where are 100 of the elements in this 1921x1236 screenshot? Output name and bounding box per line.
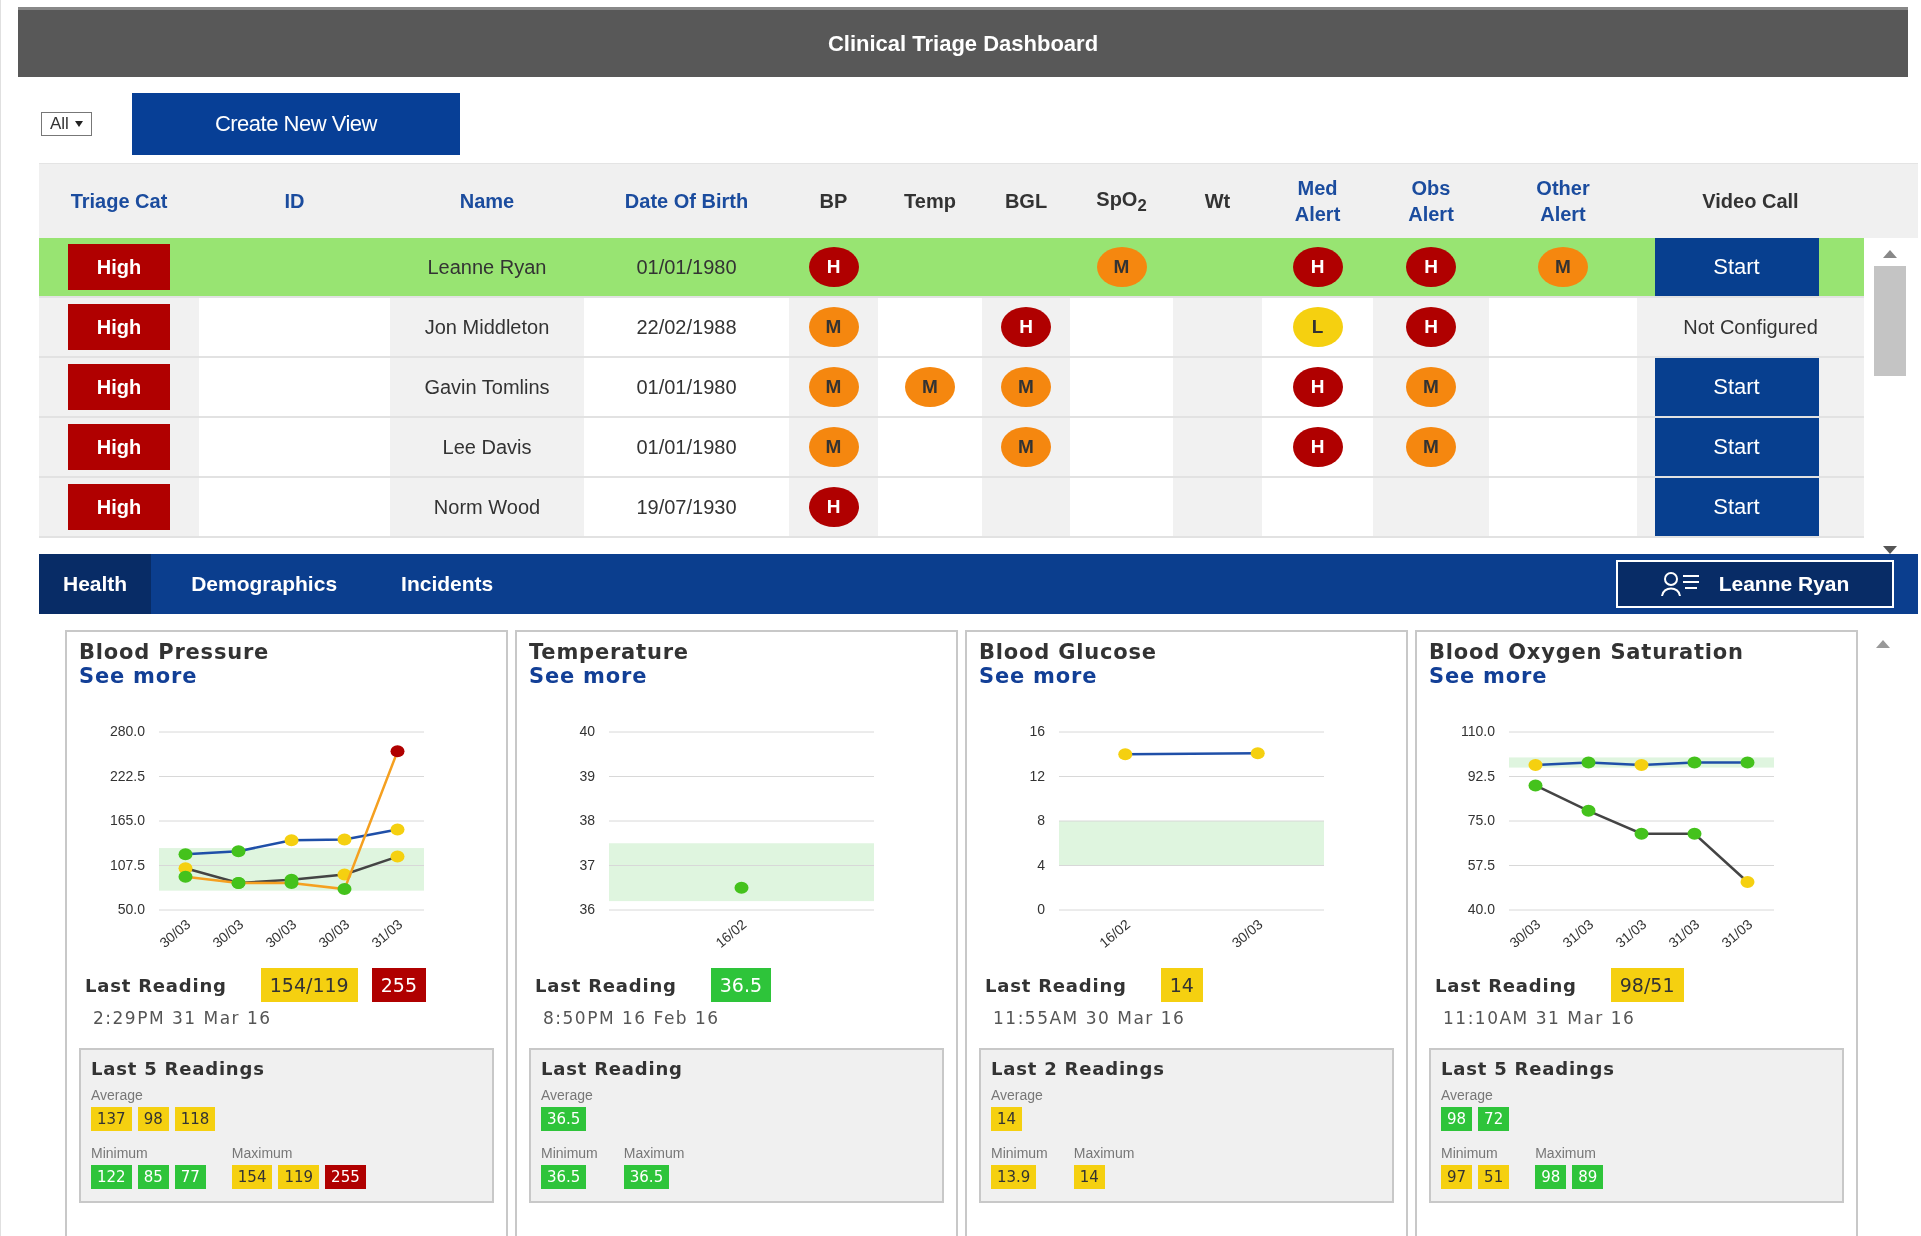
stat-label: Minimum: [991, 1145, 1048, 1161]
patient-name: Jon Middleton: [424, 315, 550, 339]
summary-title: Last 2 Readings: [991, 1058, 1166, 1079]
stat-value: 98: [1535, 1165, 1567, 1189]
alert-badge: M: [808, 307, 859, 347]
column-header: Temp: [904, 189, 956, 214]
alert-badge: M: [1001, 367, 1051, 407]
y-tick-label: 92.5: [1467, 767, 1495, 784]
alert-badge: H: [1001, 307, 1051, 347]
y-tick-label: 75.0: [1467, 812, 1495, 828]
stat-label: Maximum: [1073, 1145, 1135, 1161]
last-reading-label: Last Reading: [85, 974, 227, 996]
y-tick-label: 50.0: [117, 901, 145, 917]
y-tick-label: 8: [1037, 812, 1045, 828]
last-reading-label: Last Reading: [985, 974, 1127, 996]
reading-value: 255: [371, 968, 426, 1002]
summary-title: Last 5 Readings: [91, 1058, 266, 1079]
alert-badge: M: [808, 367, 859, 407]
reading-value: 36.5: [710, 968, 772, 1002]
last-reading-label: Last Reading: [1435, 974, 1577, 996]
last-reading-label: Last Reading: [535, 974, 677, 996]
reading-time: 8:50PM 16 Feb 16: [543, 1008, 721, 1028]
y-tick-label: 38: [579, 812, 595, 828]
y-tick-label: 165.0: [109, 812, 145, 828]
alert-badge: M: [808, 427, 859, 467]
column-header: BP: [819, 189, 848, 214]
y-tick-label: 36: [579, 901, 595, 917]
alert-badge: H: [1292, 427, 1343, 467]
card-title: Blood Glucose: [979, 640, 1158, 664]
stat-value: 255: [325, 1165, 366, 1189]
stat-label: Average: [1441, 1087, 1494, 1103]
reading-time: 11:10AM 31 Mar 16: [1443, 1008, 1637, 1028]
date-of-birth: 19/07/1930: [636, 495, 737, 519]
y-tick-label: 40: [579, 723, 595, 739]
alert-badge: M: [1001, 427, 1051, 467]
stat-value: 14: [991, 1107, 1023, 1131]
stat-value: 36.5: [623, 1165, 670, 1189]
alert-badge: H: [808, 247, 859, 287]
stat-value: 154: [231, 1165, 273, 1189]
y-tick-label: 39: [579, 767, 595, 784]
card-title: Temperature: [529, 640, 690, 664]
stat-value: 72: [1478, 1107, 1510, 1131]
y-tick-label: 40.0: [1467, 901, 1495, 917]
stat-value: 119: [278, 1165, 320, 1189]
stat-value: 36.5: [541, 1107, 587, 1131]
column-header: BGL: [1004, 189, 1048, 214]
alert-badge: H: [1406, 307, 1456, 347]
patient-name: Lee Davis: [442, 435, 532, 459]
stat-value: 137: [91, 1107, 132, 1131]
alert-badge: H: [808, 487, 859, 527]
card-title: Blood Pressure: [79, 640, 271, 664]
y-tick-label: 4: [1037, 856, 1045, 873]
stat-value: 97: [1441, 1165, 1473, 1189]
stat-value: 118: [174, 1107, 216, 1131]
triage-badge: High: [68, 424, 170, 470]
patient-name: Norm Wood: [433, 495, 541, 519]
stat-label: Minimum: [91, 1145, 149, 1161]
y-tick-label: 107.5: [109, 856, 145, 873]
triage-badge: High: [68, 484, 170, 530]
alert-badge: M: [1406, 367, 1456, 407]
y-tick-label: 37: [579, 856, 595, 873]
stat-value: 51: [1478, 1165, 1510, 1189]
reading-value: 154/119: [260, 968, 358, 1002]
date-of-birth: 01/01/1980: [636, 375, 737, 399]
stat-label: Average: [91, 1087, 144, 1103]
alert-badge: M: [905, 367, 955, 407]
alert-badge: M: [1538, 247, 1588, 287]
column-header: Wt: [1204, 189, 1231, 214]
alert-badge: H: [1406, 247, 1456, 287]
stat-value: 13.9: [991, 1165, 1037, 1189]
alert-badge: M: [1406, 427, 1456, 467]
stat-label: Maximum: [231, 1145, 294, 1161]
stat-value: 122: [91, 1165, 132, 1189]
date-of-birth: 01/01/1980: [636, 255, 737, 279]
reading-value: 98/51: [1610, 968, 1684, 1002]
stat-label: Maximum: [1535, 1145, 1597, 1161]
stat-value: 98: [1441, 1107, 1473, 1131]
y-tick-label: 16: [1029, 723, 1045, 739]
stat-label: Minimum: [541, 1145, 598, 1161]
stat-value: 89: [1572, 1165, 1604, 1189]
column-header: SpO$_{2}$: [1096, 186, 1147, 217]
card-title: Blood Oxygen Saturation: [1429, 640, 1745, 664]
window-title: Clinical Triage Dashboard: [827, 30, 1099, 57]
stat-value: 77: [174, 1165, 206, 1189]
alert-badge: M: [1096, 247, 1147, 287]
y-tick-label: 12: [1029, 767, 1045, 784]
y-tick-label: 110.0: [1461, 723, 1495, 739]
stat-value: 36.5: [541, 1165, 587, 1189]
alert-badge: H: [1292, 247, 1343, 287]
triage-badge: High: [68, 364, 170, 410]
stat-value: 98: [137, 1107, 169, 1131]
date-of-birth: 22/02/1988: [636, 315, 737, 339]
y-tick-label: 222.5: [109, 767, 145, 784]
stat-value: 85: [137, 1165, 169, 1189]
triage-badge: High: [68, 244, 170, 290]
stat-label: Average: [991, 1087, 1044, 1103]
alert-badge: H: [1292, 367, 1343, 407]
y-tick-label: 280.0: [109, 723, 145, 739]
column-header: Video Call: [1702, 189, 1799, 214]
stat-label: Maximum: [623, 1145, 685, 1161]
